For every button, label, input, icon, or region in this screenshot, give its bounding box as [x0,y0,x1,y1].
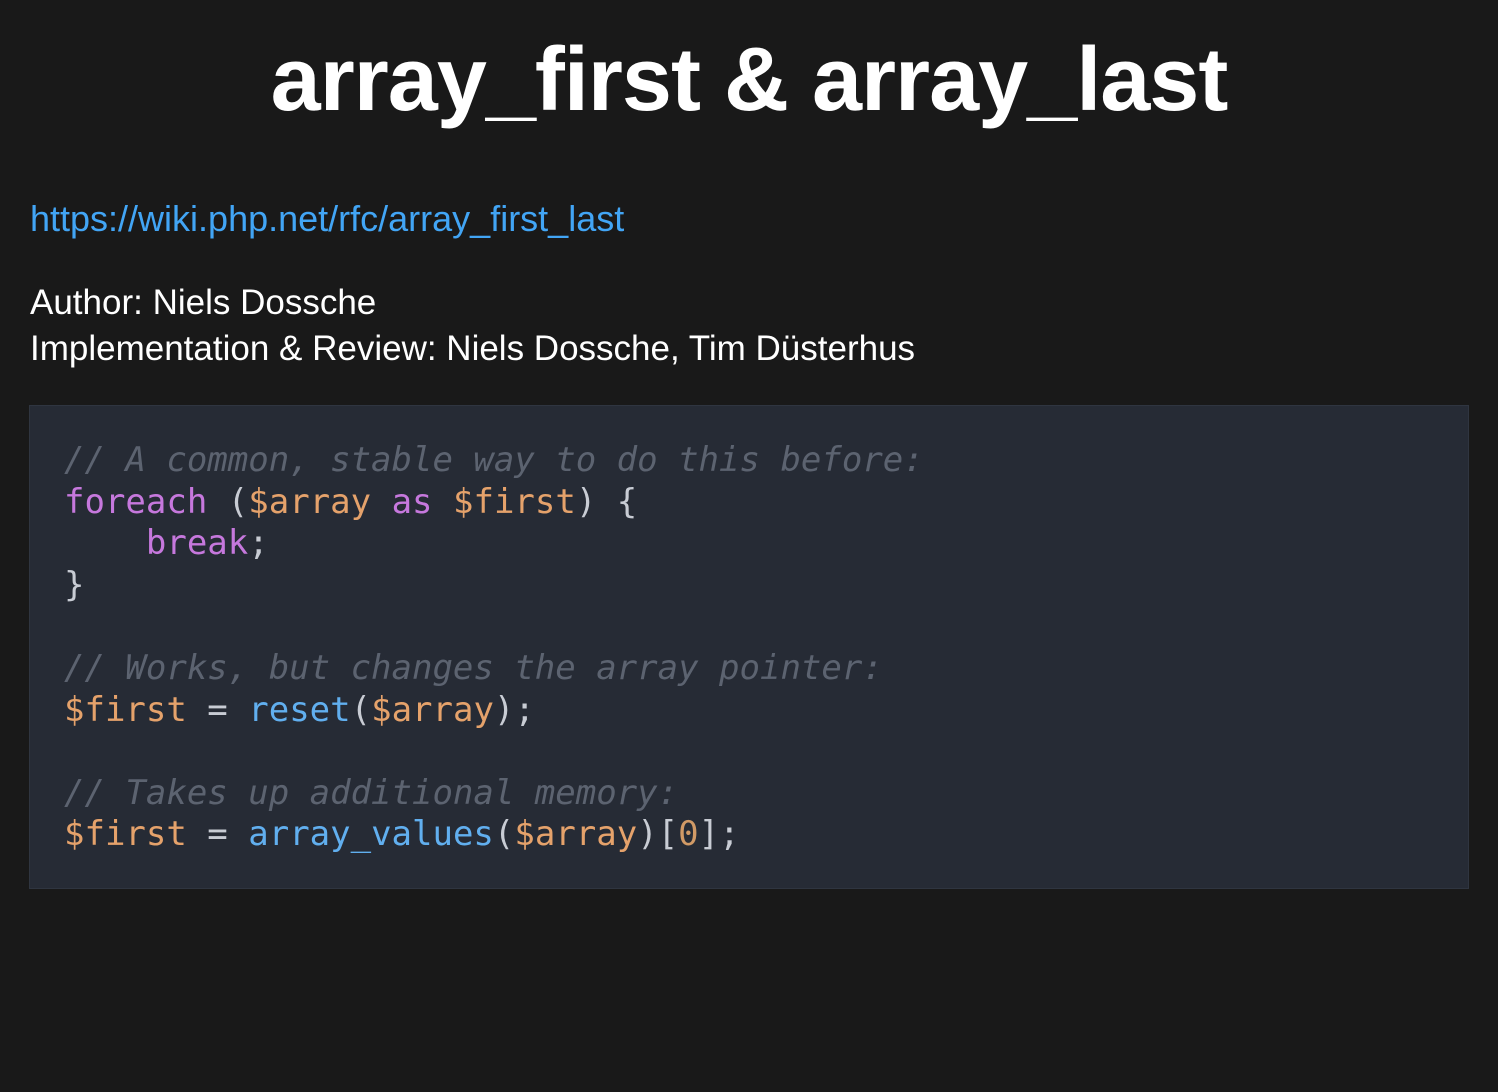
credits: Author: Niels Dossche Implementation & R… [30,280,1468,372]
code-token: $array [371,689,494,730]
code-token: ]; [698,814,740,855]
code-token: ; [248,523,269,564]
code-token: $first [453,481,576,522]
code-token: as [391,481,433,522]
code-token: // A common, stable way to do this befor… [64,440,924,480]
code-line: break; [64,523,1468,565]
code-line: $first = reset($array); [64,690,1468,732]
implementation-line: Implementation & Review: Niels Dossche, … [30,329,916,368]
code-token: } [64,564,85,605]
code-block: // A common, stable way to do this befor… [29,405,1469,889]
code-token: break [145,523,249,564]
code-token: ) { [575,481,638,522]
code-token: // Works, but changes the array pointer: [64,647,883,688]
code-token: = [186,689,249,730]
code-line: } [64,565,1468,607]
slide-title: array_first & array_last [270,30,1229,130]
code-token: 0 [678,814,699,855]
code-token: )[ [637,814,679,855]
code-line: // A common, stable way to do this befor… [64,440,1468,482]
code-token: ( [493,814,515,855]
code-token: foreach [64,481,208,522]
code-token: ); [493,689,535,730]
code-token: // Takes up additional memory: [64,772,679,813]
code-token: $array [248,481,372,522]
code-token: $array [514,814,638,855]
code-line: foreach ($array as $first) { [64,482,1468,524]
code-line: // Takes up additional memory: [64,773,1468,815]
code-line: // Works, but changes the array pointer: [64,648,1468,690]
rfc-link[interactable]: https://wiki.php.net/rfc/array_first_las… [30,196,624,242]
slide: array_first & array_last https://wiki.ph… [0,0,1498,1092]
code-token: = [186,814,249,855]
code-token: $first [64,814,187,855]
code-token: ( [350,689,372,730]
code-token: $first [64,689,187,730]
code-token: ( [207,481,249,522]
code-line: $first = array_values($array)[0]; [64,814,1468,856]
code-token: reset [248,689,351,730]
author-line: Author: Niels Dossche [30,283,377,322]
code-token: array_values [248,814,494,855]
